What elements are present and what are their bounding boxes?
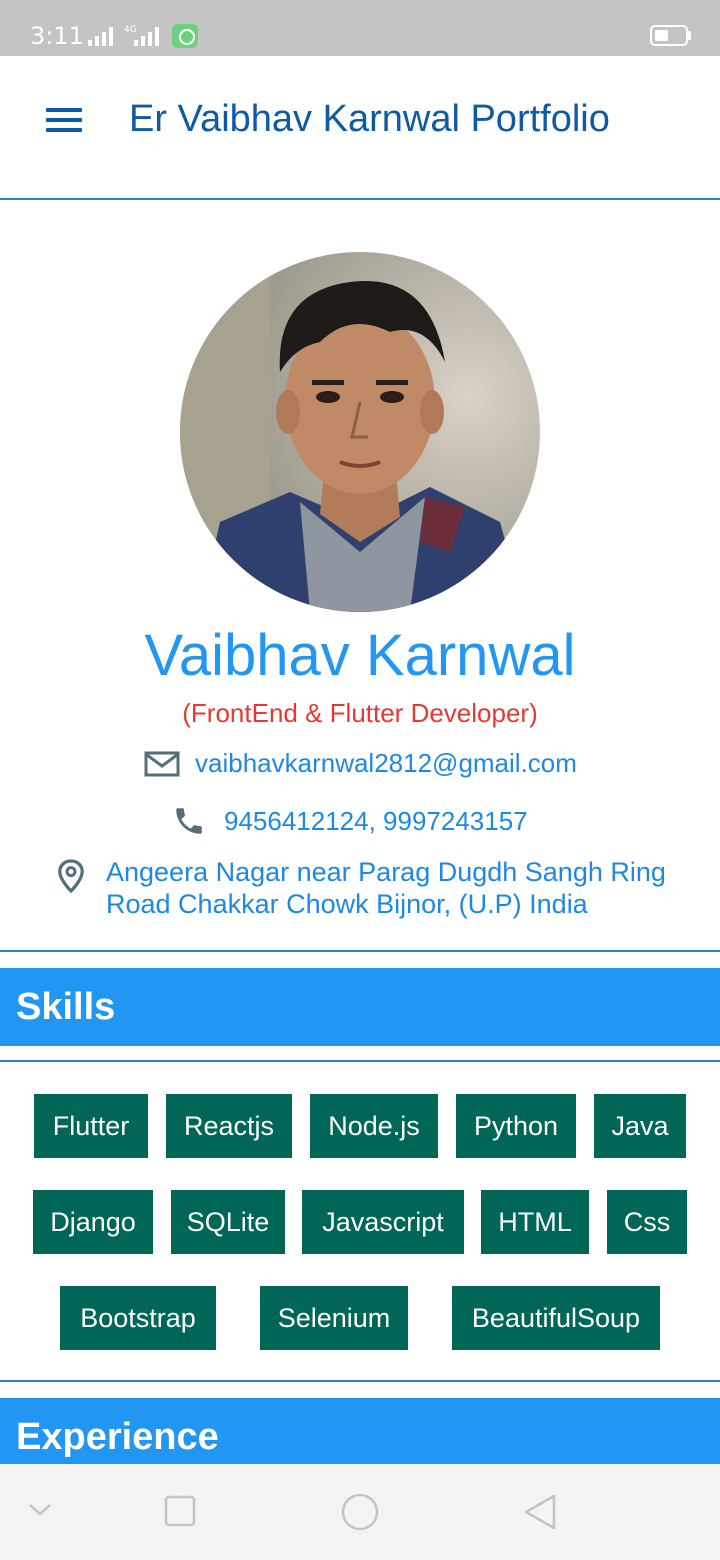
system-nav-bar xyxy=(0,1464,720,1560)
email-text[interactable]: vaibhavkarnwal2812@gmail.com xyxy=(195,748,577,779)
skill-chip-html[interactable]: HTML xyxy=(481,1190,589,1254)
profile-name: Vaibhav Karnwal xyxy=(144,623,576,688)
skill-chip-bootstrap[interactable]: Bootstrap xyxy=(60,1286,216,1350)
status-bar: 3:11 4G xyxy=(0,0,720,56)
location-pin-icon xyxy=(58,859,84,894)
skill-chip-python[interactable]: Python xyxy=(456,1094,576,1158)
recent-apps-icon[interactable] xyxy=(164,1495,196,1527)
skill-chip-sqlite[interactable]: SQLite xyxy=(171,1190,285,1254)
skill-chip-flutter[interactable]: Flutter xyxy=(34,1094,148,1158)
skill-chip-css[interactable]: Css xyxy=(607,1190,687,1254)
email-row[interactable]: vaibhavkarnwal2812@gmail.com xyxy=(144,748,577,779)
experience-title: Experience xyxy=(16,1416,219,1458)
profile-role: (FrontEnd & Flutter Developer) xyxy=(182,698,538,728)
app-bar: Er Vaibhav Karnwal Portfolio xyxy=(0,56,720,200)
chevron-down-icon[interactable] xyxy=(28,1502,52,1518)
skill-chip-selenium[interactable]: Selenium xyxy=(260,1286,408,1350)
skills-header: Skills xyxy=(0,968,720,1046)
back-icon[interactable] xyxy=(522,1492,558,1532)
skill-chip-django[interactable]: Django xyxy=(33,1190,153,1254)
app-notification-icon xyxy=(172,24,198,48)
phone-icon xyxy=(176,808,202,834)
signal-4g-icon: 4G xyxy=(124,25,159,46)
signal-icon xyxy=(88,27,113,46)
divider xyxy=(0,1380,720,1382)
phone-row[interactable]: 9456412124, 9997243157 xyxy=(172,804,528,838)
status-time: 3:11 xyxy=(30,22,84,50)
svg-text:4G: 4G xyxy=(124,25,137,35)
home-icon[interactable] xyxy=(340,1492,380,1532)
divider xyxy=(0,1060,720,1062)
skill-chip-nodejs[interactable]: Node.js xyxy=(310,1094,438,1158)
skills-title: Skills xyxy=(16,986,116,1028)
profile-avatar xyxy=(180,252,540,612)
address-text: Angeera Nagar near Parag Dugdh Sangh Rin… xyxy=(106,857,666,919)
mail-icon xyxy=(144,751,180,776)
skill-chip-reactjs[interactable]: Reactjs xyxy=(166,1094,292,1158)
skill-chip-java[interactable]: Java xyxy=(594,1094,686,1158)
hamburger-menu-icon[interactable] xyxy=(44,106,84,136)
phone-text[interactable]: 9456412124, 9997243157 xyxy=(224,806,528,837)
app-title: Er Vaibhav Karnwal Portfolio xyxy=(129,98,610,140)
battery-icon xyxy=(650,25,688,46)
skill-chip-javascript[interactable]: Javascript xyxy=(302,1190,464,1254)
divider xyxy=(0,950,720,952)
skill-chip-beautifulsoup[interactable]: BeautifulSoup xyxy=(452,1286,660,1350)
